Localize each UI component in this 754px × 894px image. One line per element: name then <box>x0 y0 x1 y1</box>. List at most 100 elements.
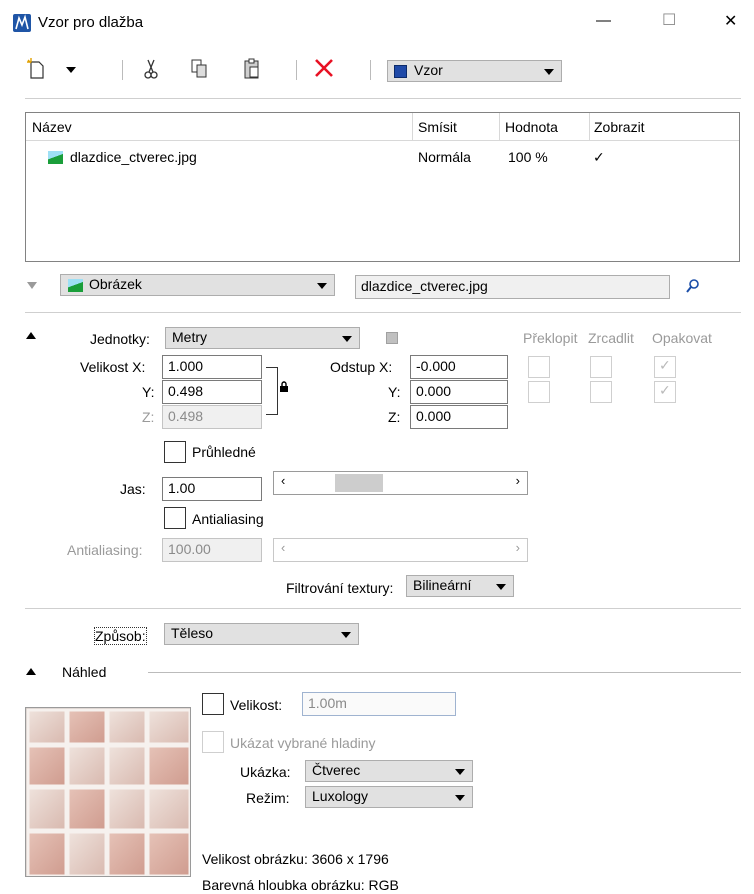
paste-icon[interactable] <box>243 58 261 80</box>
mode-combo[interactable]: Luxology <box>305 786 473 808</box>
scroll-left-icon[interactable]: ‹ <box>281 473 285 488</box>
map-file-field[interactable]: dlazdice_ctverec.jpg <box>355 275 670 299</box>
new-icon[interactable] <box>27 58 45 80</box>
slider-thumb[interactable] <box>335 474 383 492</box>
offset-y-label: Y: <box>388 384 401 400</box>
close-button[interactable]: ✕ <box>724 11 737 31</box>
preview-collapse-icon[interactable] <box>26 668 36 675</box>
antialias-slider[interactable]: ‹ › <box>273 538 528 562</box>
size-z-field[interactable]: 0.498 <box>162 405 262 429</box>
mirror-y-checkbox[interactable] <box>590 381 612 403</box>
repeat-x-checkbox[interactable] <box>654 356 676 378</box>
show-layers-label: Ukázat vybrané hladiny <box>230 735 376 751</box>
column-header-show[interactable]: Zobrazit <box>594 119 645 135</box>
offset-x-label: Odstup X: <box>330 359 393 375</box>
brightness-slider[interactable]: ‹ › <box>273 471 528 495</box>
pattern-type-combo[interactable]: Vzor <box>387 60 562 82</box>
color-depth-text: Barevná hloubka obrázku: RGB <box>202 877 399 893</box>
mirror-label: Zrcadlit <box>588 330 634 346</box>
method-combo[interactable]: Těleso <box>164 623 359 645</box>
table-header: Název Smísit Hodnota Zobrazit <box>26 113 739 141</box>
offset-x-field[interactable]: -0.000 <box>410 355 508 379</box>
units-combo[interactable]: Metry <box>165 327 360 349</box>
show-layers-checkbox[interactable] <box>202 731 224 753</box>
params-collapse-icon[interactable] <box>26 332 36 339</box>
toolbar-divider <box>122 60 123 80</box>
mode-label: Režim: <box>246 790 290 806</box>
size-y-label: Y: <box>142 384 155 400</box>
flip-label: Překlopit <box>523 330 578 346</box>
column-header-blend[interactable]: Smísit <box>418 119 457 135</box>
size-z-label: Z: <box>142 409 155 425</box>
sample-combo[interactable]: Čtverec <box>305 760 473 782</box>
flip-x-checkbox[interactable] <box>528 356 550 378</box>
preview-heading: Náhled <box>62 664 107 680</box>
copy-icon[interactable] <box>190 58 208 80</box>
column-header-name[interactable]: Název <box>32 119 72 135</box>
minimize-button[interactable]: — <box>596 12 611 29</box>
scroll-left-icon[interactable]: ‹ <box>281 540 285 555</box>
offset-y-field[interactable]: 0.000 <box>410 380 508 404</box>
map-type-combo[interactable]: Obrázek <box>60 274 335 296</box>
pattern-icon <box>394 65 407 78</box>
antialias-label: Antialiasing: <box>67 542 143 558</box>
antialias-check-label: Antialiasing <box>192 511 264 527</box>
brightness-field[interactable]: 1.00 <box>162 477 262 501</box>
column-header-value[interactable]: Hodnota <box>505 119 558 135</box>
row-name: dlazdice_ctverec.jpg <box>70 149 197 165</box>
image-size-text: Velikost obrázku: 3606 x 1796 <box>202 851 389 867</box>
title-bar: Vzor pro dlažba — ☐ ✕ <box>0 0 754 44</box>
new-dropdown-arrow-icon[interactable] <box>66 67 76 73</box>
offset-z-label: Z: <box>388 409 401 425</box>
texture-preview-image <box>25 707 191 877</box>
section-separator <box>25 608 741 609</box>
transparent-label: Průhledné <box>192 444 256 460</box>
scroll-right-icon[interactable]: › <box>516 540 520 555</box>
window-title: Vzor pro dlažba <box>38 14 144 31</box>
layer-table: Název Smísit Hodnota Zobrazit dlazdice_c… <box>25 112 740 262</box>
app-icon <box>13 14 31 32</box>
collapse-arrow-icon[interactable] <box>27 282 37 289</box>
units-settings-icon[interactable] <box>386 332 398 344</box>
repeat-y-checkbox[interactable] <box>654 381 676 403</box>
image-type-icon <box>68 279 83 292</box>
maximize-button[interactable]: ☐ <box>662 10 676 30</box>
method-label: Způsob: <box>94 627 147 645</box>
flip-y-checkbox[interactable] <box>528 381 550 403</box>
offset-z-field[interactable]: 0.000 <box>410 405 508 429</box>
scroll-right-icon[interactable]: › <box>516 473 520 488</box>
section-separator <box>25 312 741 313</box>
lock-icon[interactable] <box>278 380 290 392</box>
row-value: 100 % <box>508 149 548 165</box>
preview-size-checkbox[interactable] <box>202 693 224 715</box>
size-y-field[interactable]: 0.498 <box>162 380 262 404</box>
table-row[interactable]: dlazdice_ctverec.jpg Normála 100 % ✓ <box>26 146 739 170</box>
lock-bracket <box>266 367 278 415</box>
toolbar-divider <box>370 60 371 80</box>
toolbar-separator <box>25 98 741 99</box>
toolbar-divider <box>296 60 297 80</box>
size-x-label: Velikost X: <box>80 359 146 375</box>
repeat-label: Opakovat <box>652 330 712 346</box>
pattern-type-value: Vzor <box>414 62 443 78</box>
units-label: Jednotky: <box>90 331 150 347</box>
mirror-x-checkbox[interactable] <box>590 356 612 378</box>
filter-label: Filtrování textury: <box>286 580 394 596</box>
brightness-label: Jas: <box>120 481 146 497</box>
image-file-icon <box>48 151 63 164</box>
sample-label: Ukázka: <box>240 764 291 780</box>
delete-icon[interactable] <box>313 57 335 79</box>
filter-combo[interactable]: Bilineární <box>406 575 514 597</box>
map-type-value: Obrázek <box>89 276 142 292</box>
row-blend: Normála <box>418 149 471 165</box>
antialias-checkbox[interactable] <box>164 507 186 529</box>
preview-size-field[interactable]: 1.00m <box>302 692 456 716</box>
antialias-field[interactable]: 100.00 <box>162 538 262 562</box>
cut-icon[interactable] <box>142 58 160 80</box>
transparent-checkbox[interactable] <box>164 441 186 463</box>
preview-heading-line <box>148 672 741 673</box>
size-x-field[interactable]: 1.000 <box>162 355 262 379</box>
row-show-check[interactable]: ✓ <box>593 149 605 166</box>
toolbar: Vzor <box>0 50 754 90</box>
search-icon[interactable] <box>686 278 700 294</box>
